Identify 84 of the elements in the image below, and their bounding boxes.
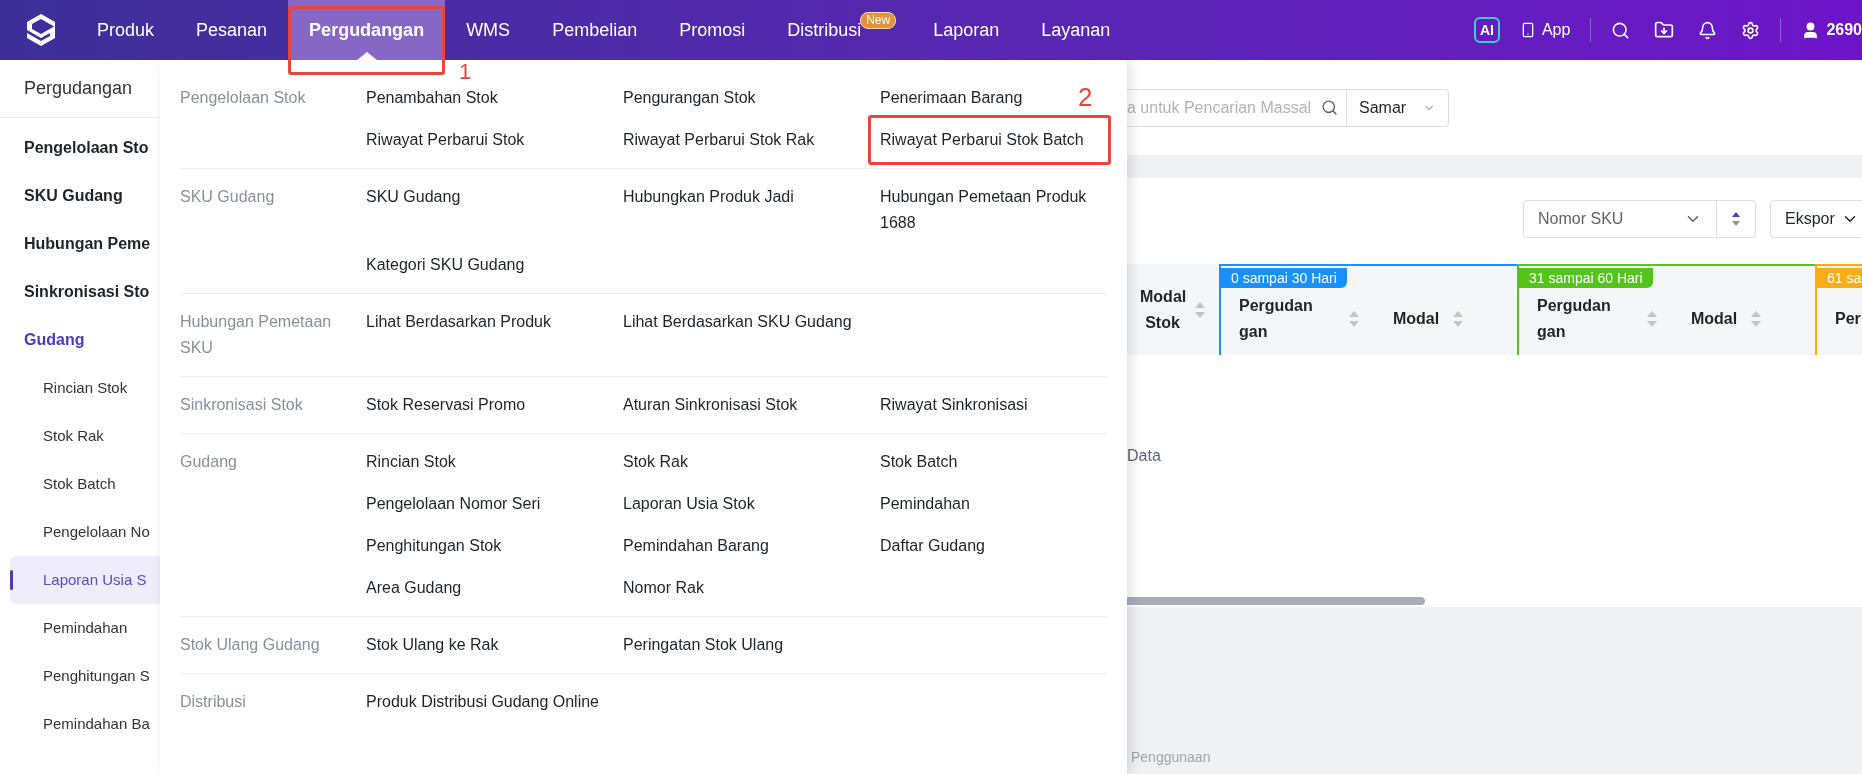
menu-link[interactable]: Stok Batch	[880, 441, 978, 483]
sidebar-item[interactable]: Pemindahan Ba	[10, 700, 160, 748]
sidebar-item[interactable]: Penghitungan S	[10, 652, 160, 700]
menu-link[interactable]: Stok Ulang ke Rak	[366, 624, 519, 666]
column-header: Pergudangan	[1537, 295, 1612, 342]
sidebar-group[interactable]: Sinkronisasi Sto	[0, 268, 160, 316]
menu-link[interactable]: Pengelolaan Nomor Seri	[366, 483, 561, 525]
sidebar-group[interactable]: Hubungan Peme	[0, 220, 160, 268]
annotation-number: 1	[458, 60, 472, 84]
menu-link[interactable]: Riwayat Sinkronisasi	[880, 384, 1048, 426]
menu-link[interactable]: Riwayat Perbarui Stok Rak	[623, 119, 835, 161]
menu-link[interactable]: Pemindahan	[880, 483, 990, 525]
menu-link[interactable]: Lihat Berdasarkan SKU Gudang	[623, 301, 872, 343]
menu-link[interactable]: Penghitungan Stok	[366, 525, 522, 567]
sidebar-item[interactable]: Stok Rak	[10, 412, 160, 460]
menu-group-label: Gudang	[180, 452, 238, 472]
sidebar-item[interactable]: Pemindahan	[10, 604, 160, 652]
menu-group-label: Pengelolaan Stok	[180, 88, 307, 108]
menu-group-label: Distribusi	[180, 692, 247, 712]
sort-icon	[1731, 210, 1741, 228]
folder-download-icon[interactable]	[1654, 20, 1675, 40]
sidebar-item[interactable]: Stok Batch	[10, 460, 160, 508]
nav-tab[interactable]: Pesanan	[175, 0, 289, 60]
column-header: Modal	[1690, 308, 1738, 329]
column-group-label: 61 sa	[1817, 268, 1862, 288]
search-field[interactable]: a untuk Pencarian Massal	[1127, 88, 1347, 127]
column-header: Pergudangan	[1239, 295, 1314, 342]
menu-link[interactable]: Nomor Rak	[623, 567, 724, 609]
export-button[interactable]: Ekspor	[1770, 200, 1862, 238]
nav-tab[interactable]: Pembelian	[531, 0, 659, 60]
settings-icon[interactable]	[1741, 20, 1761, 40]
user-account[interactable]: 2690	[1826, 18, 1862, 42]
menu-link[interactable]: Riwayat Perbarui Stok	[366, 119, 545, 161]
horizontal-scrollbar[interactable]	[1127, 597, 1425, 605]
menu-link[interactable]: Pengurangan Stok	[623, 77, 776, 119]
menu-link[interactable]: Hubungkan Produk Jadi	[623, 176, 814, 218]
menu-link[interactable]: Area Gudang	[366, 567, 482, 609]
selection-indicator	[10, 570, 13, 590]
menu-link[interactable]: Lihat Berdasarkan Produk	[366, 301, 571, 343]
search-icon[interactable]	[1321, 99, 1338, 116]
menu-link[interactable]: Aturan Sinkronisasi Stok	[623, 384, 818, 426]
sidebar-item[interactable]: Rincian Stok	[10, 364, 160, 412]
search-input[interactable]: a untuk Pencarian Massal	[1127, 95, 1321, 120]
sidebar-item[interactable]: Pengelolaan No	[10, 508, 160, 556]
app-button[interactable]: App	[1519, 18, 1571, 42]
nav-tab[interactable]: Promosi	[658, 0, 767, 60]
menu-group-label: SKU Gudang	[180, 187, 276, 207]
menu-link[interactable]: Stok Reservasi Promo	[366, 384, 546, 426]
sidebar-group[interactable]: SKU Gudang	[0, 172, 160, 220]
column-group-label: 31 sampai 60 Hari	[1519, 268, 1653, 288]
menu-link[interactable]: Stok Rak	[623, 441, 708, 483]
new-badge: New	[860, 12, 897, 29]
menu-link[interactable]: SKU Gudang	[366, 176, 481, 218]
column-group-label: 0 sampai 30 Hari	[1221, 268, 1347, 288]
empty-state-text: Data	[1127, 446, 1162, 466]
menu-group-label: Stok Ulang Gudang	[180, 635, 321, 655]
menu-link[interactable]: Riwayat Perbarui Stok Batch	[880, 119, 1104, 161]
column-header: Modal Stok	[1140, 286, 1185, 333]
menu-link[interactable]: Produk Distribusi Gudang Online	[366, 681, 619, 723]
search-icon[interactable]	[1611, 20, 1631, 40]
menu-link[interactable]: Penerimaan Barang	[880, 77, 1043, 119]
nav-tab[interactable]: WMS	[445, 0, 532, 60]
annotation-number: 2	[1078, 83, 1093, 111]
nav-tab[interactable]: Laporan	[912, 0, 1021, 60]
ai-badge[interactable]: AI	[1473, 17, 1500, 43]
menu-group-label: Hubungan Pemetaan SKU	[180, 312, 333, 358]
menu-link[interactable]: Daftar Gudang	[880, 525, 1005, 567]
column-header: Per	[1835, 308, 1862, 329]
menu-link[interactable]: Laporan Usia Stok	[623, 483, 775, 525]
menu-link[interactable]: Peringatan Stok Ulang	[623, 624, 804, 666]
menu-link[interactable]: Hubungan Pemetaan Produk 1688	[880, 176, 1137, 244]
sidebar-group[interactable]: Gudang	[0, 316, 160, 364]
nav-tab[interactable]: Layanan	[1020, 0, 1132, 60]
logo-icon[interactable]	[26, 13, 56, 47]
menu-link[interactable]: Pemindahan Barang	[623, 525, 789, 567]
nav-tab[interactable]: Produk	[76, 0, 176, 60]
sidebar-group[interactable]: Pengelolaan Sto	[0, 124, 160, 172]
sidebar-item[interactable]: Laporan Usia S	[10, 556, 160, 604]
menu-group-label: Sinkronisasi Stok	[180, 395, 304, 415]
bell-icon[interactable]	[1698, 20, 1718, 40]
column-header: Modal	[1392, 308, 1440, 329]
menu-link[interactable]: Kategori SKU Gudang	[366, 244, 545, 286]
menu-link[interactable]: Rincian Stok	[366, 441, 476, 483]
match-select[interactable]: Samar	[1347, 88, 1449, 127]
